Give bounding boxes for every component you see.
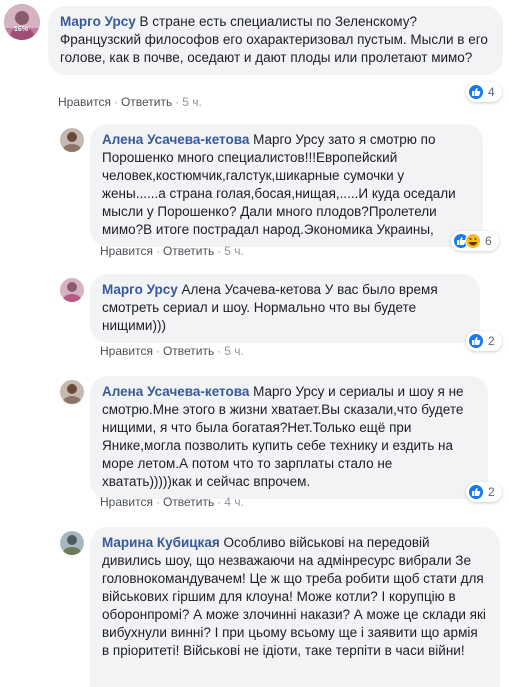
timestamp[interactable]: 5 ч. — [224, 244, 244, 258]
comment-bubble: Алена Усачева-кетова Марго Урсу зато я с… — [90, 124, 483, 247]
reaction-count[interactable]: 2 — [466, 331, 502, 351]
like-link[interactable]: Нравится — [100, 344, 153, 358]
separator: · — [155, 495, 160, 509]
comment-bubble: Марина Кубицкая Особливо військові на пе… — [90, 527, 500, 687]
reaction-count-value: 2 — [488, 485, 495, 499]
reaction-count-value: 4 — [488, 85, 495, 99]
avatar-photo — [60, 380, 84, 404]
comment-actions: Нравится · Ответить · 5 ч. — [100, 244, 244, 258]
like-icon — [468, 84, 484, 100]
comment-actions: Нравится · Ответить · 5 ч. — [58, 95, 202, 109]
comment-text: Марго Урсу зато я смотрю по Порошенко мн… — [102, 132, 456, 237]
avatar-photo — [60, 128, 84, 152]
separator: · — [217, 244, 222, 258]
avatar-photo — [60, 531, 84, 555]
like-icon — [468, 333, 484, 349]
avatar[interactable]: 16% — [4, 4, 40, 40]
timestamp[interactable]: 5 ч. — [224, 344, 244, 358]
comment-actions: Нравится · Ответить · 5 ч. — [100, 344, 244, 358]
comment-author[interactable]: Марго Урсу — [102, 282, 178, 297]
separator: · — [217, 495, 222, 509]
separator: · — [155, 344, 160, 358]
avatar[interactable] — [60, 531, 84, 555]
reaction-count[interactable]: 4 — [466, 82, 502, 102]
reply-link[interactable]: Ответить — [163, 244, 214, 258]
like-link[interactable]: Нравится — [58, 95, 111, 109]
avatar[interactable] — [60, 128, 84, 152]
separator: · — [217, 344, 222, 358]
comment-bubble: Марго Урсу Алена Усачева-кетова У вас бы… — [90, 274, 480, 343]
reaction-count[interactable]: 2 — [466, 482, 502, 502]
reply-link[interactable]: Ответить — [121, 95, 172, 109]
avatar[interactable] — [60, 380, 84, 404]
separator: · — [113, 95, 118, 109]
reaction-count[interactable]: 6 — [451, 231, 499, 251]
avatar-photo — [60, 278, 84, 302]
like-icon — [468, 484, 484, 500]
like-link[interactable]: Нравится — [100, 244, 153, 258]
reply-link[interactable]: Ответить — [163, 344, 214, 358]
comment-author[interactable]: Марго Урсу — [60, 14, 136, 29]
avatar-badge: 16% — [14, 26, 29, 33]
comment-author[interactable]: Алена Усачева-кетова — [102, 384, 249, 399]
reaction-count-value: 6 — [485, 234, 492, 248]
haha-icon — [465, 233, 481, 249]
comment-bubble: Марго Урсу В стране есть специалисты по … — [48, 6, 503, 75]
comment-text: Марго Урсу и сериалы и шоу я не смотрю.М… — [102, 384, 464, 489]
comment-author[interactable]: Марина Кубицкая — [102, 535, 220, 550]
timestamp[interactable]: 5 ч. — [182, 95, 202, 109]
separator: · — [175, 95, 180, 109]
reply-link[interactable]: Ответить — [163, 495, 214, 509]
comment-text: Особливо військові на передовій дивились… — [102, 535, 486, 658]
like-link[interactable]: Нравится — [100, 495, 153, 509]
avatar-photo — [4, 4, 40, 40]
reaction-count-value: 2 — [488, 334, 495, 348]
comment-author[interactable]: Алена Усачева-кетова — [102, 132, 249, 147]
timestamp[interactable]: 4 ч. — [224, 495, 244, 509]
separator: · — [155, 244, 160, 258]
comment-actions: Нравится · Ответить · 4 ч. — [100, 495, 244, 509]
avatar[interactable] — [60, 278, 84, 302]
comment-bubble: Алена Усачева-кетова Марго Урсу и сериал… — [90, 376, 488, 499]
